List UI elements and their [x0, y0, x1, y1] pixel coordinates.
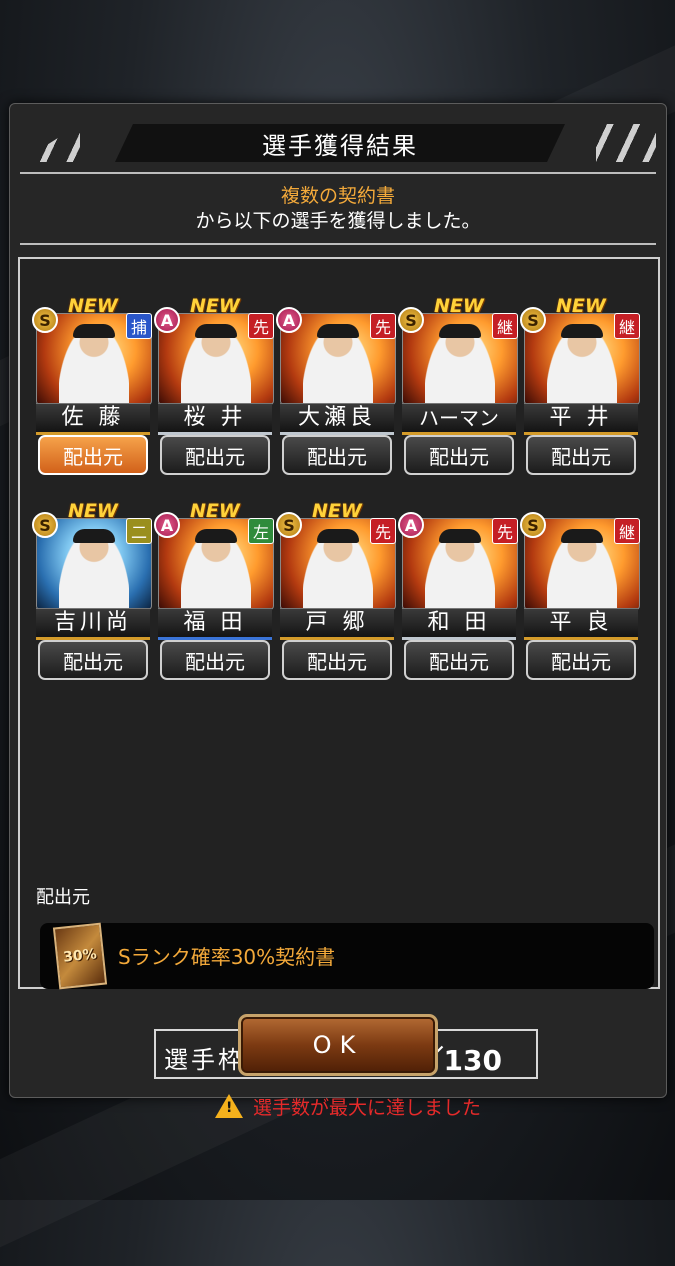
baseball-cap	[195, 324, 237, 338]
baseball-cap	[561, 529, 603, 543]
source-button[interactable]: 配出元	[404, 435, 514, 475]
rank-badge-icon: S	[276, 512, 302, 538]
source-button[interactable]: 配出元	[526, 640, 636, 680]
source-highlight: 複数の契約書	[280, 185, 395, 207]
player-figure	[181, 328, 251, 404]
player-name: 吉川尚	[36, 608, 150, 640]
baseball-cap	[73, 324, 115, 338]
new-badge: NEW	[556, 295, 606, 317]
baseball-cap	[195, 529, 237, 543]
title-stripes-right	[596, 124, 656, 162]
title-stripes-left	[20, 124, 80, 162]
player-name: 佐 藤	[36, 403, 150, 435]
source-button[interactable]: 配出元	[38, 435, 148, 475]
divider	[20, 243, 656, 245]
new-badge: NEW	[68, 500, 118, 522]
player-figure	[181, 533, 251, 609]
player-figure	[425, 533, 495, 609]
source-contract: 30% Sランク確率30%契約書	[40, 922, 654, 990]
capacity-warning: ! 選手数が最大に達しました	[20, 1093, 675, 1120]
player-name: ハーマン	[402, 403, 516, 435]
player-card[interactable]: S NEW 継平 井配出元	[520, 295, 640, 477]
player-name: 平 井	[524, 403, 638, 435]
position-badge: 先	[492, 518, 518, 544]
contract-ticket-icon: 30%	[52, 922, 108, 990]
baseball-cap	[439, 324, 481, 338]
position-badge: 左	[248, 518, 274, 544]
player-name: 桜 井	[158, 403, 272, 435]
ticket-text: 30%	[62, 946, 98, 966]
divider	[20, 172, 656, 174]
player-card[interactable]: A NEW 先桜 井配出元	[154, 295, 274, 477]
new-badge: NEW	[190, 295, 240, 317]
player-card[interactable]: A NEW 左福 田配出元	[154, 500, 274, 682]
position-badge: 継	[492, 313, 518, 339]
position-badge: 先	[248, 313, 274, 339]
player-card[interactable]: S NEW 先戸 郷配出元	[276, 500, 396, 682]
baseball-cap	[317, 529, 359, 543]
rank-badge-icon: A	[154, 512, 180, 538]
baseball-cap	[317, 324, 359, 338]
player-card[interactable]: A 先大瀬良 配出元	[276, 307, 396, 477]
title-bar: 選手獲得結果	[20, 124, 656, 164]
source-button[interactable]: 配出元	[404, 640, 514, 680]
player-name: 戸 郷	[280, 608, 394, 640]
position-badge: 継	[614, 313, 640, 339]
rank-badge-icon: S	[520, 307, 546, 333]
source-button[interactable]: 配出元	[282, 435, 392, 475]
source-button[interactable]: 配出元	[160, 640, 270, 680]
warning-icon: !	[214, 1094, 243, 1118]
player-figure	[59, 328, 129, 404]
result-message: 複数の契約書 から以下の選手を獲得しました。	[10, 184, 666, 234]
rank-badge-icon: A	[154, 307, 180, 333]
rank-badge-icon: S	[32, 307, 58, 333]
position-badge: 捕	[126, 313, 152, 339]
position-badge: 先	[370, 518, 396, 544]
source-label: 配出元	[36, 887, 90, 908]
player-panel: S NEW 捕佐 藤配出元 A NEW 先桜 井配出元 A 先大瀬良 配出元 S NEW 継ハーマン配…	[18, 257, 660, 1119]
result-dialog: 選手獲得結果 複数の契約書 から以下の選手を獲得しました。 S NEW 捕佐 藤配出…	[9, 103, 667, 1119]
player-card[interactable]: S 継平 良配出元	[520, 512, 640, 682]
ok-button[interactable]: OK	[238, 1014, 438, 1076]
baseball-cap	[561, 324, 603, 338]
new-badge: NEW	[312, 500, 362, 522]
result-text: から以下の選手を獲得しました。	[195, 210, 481, 232]
player-name: 平 良	[524, 608, 638, 640]
rank-badge-icon: S	[32, 512, 58, 538]
source-button[interactable]: 配出元	[282, 640, 392, 680]
player-name: 大瀬良	[280, 403, 394, 435]
rank-badge-icon: S	[398, 307, 424, 333]
dialog-title: 選手獲得結果	[115, 124, 565, 162]
rank-badge-icon: A	[276, 307, 302, 333]
player-figure	[303, 328, 373, 404]
baseball-cap	[439, 529, 481, 543]
source-button[interactable]: 配出元	[526, 435, 636, 475]
player-figure	[547, 328, 617, 404]
rank-badge-icon: S	[520, 512, 546, 538]
player-figure	[425, 328, 495, 404]
player-card[interactable]: S NEW 継ハーマン 配出元	[398, 295, 518, 477]
source-contract-name: Sランク確率30%契約書	[118, 945, 336, 969]
player-figure	[547, 533, 617, 609]
source-button[interactable]: 配出元	[38, 640, 148, 680]
new-badge: NEW	[434, 295, 484, 317]
player-card[interactable]: S NEW 捕佐 藤配出元	[32, 295, 152, 477]
position-badge: 二	[126, 518, 152, 544]
position-badge: 継	[614, 518, 640, 544]
baseball-cap	[73, 529, 115, 543]
player-name: 和 田	[402, 608, 516, 640]
player-name: 福 田	[158, 608, 272, 640]
new-badge: NEW	[190, 500, 240, 522]
player-figure	[303, 533, 373, 609]
warning-text: 選手数が最大に達しました	[252, 1097, 481, 1119]
player-card[interactable]: S NEW 二吉川尚 配出元	[32, 500, 152, 682]
player-card[interactable]: A 先和 田配出元	[398, 512, 518, 682]
player-figure	[59, 533, 129, 609]
rank-badge-icon: A	[398, 512, 424, 538]
new-badge: NEW	[68, 295, 118, 317]
position-badge: 先	[370, 313, 396, 339]
source-button[interactable]: 配出元	[160, 435, 270, 475]
